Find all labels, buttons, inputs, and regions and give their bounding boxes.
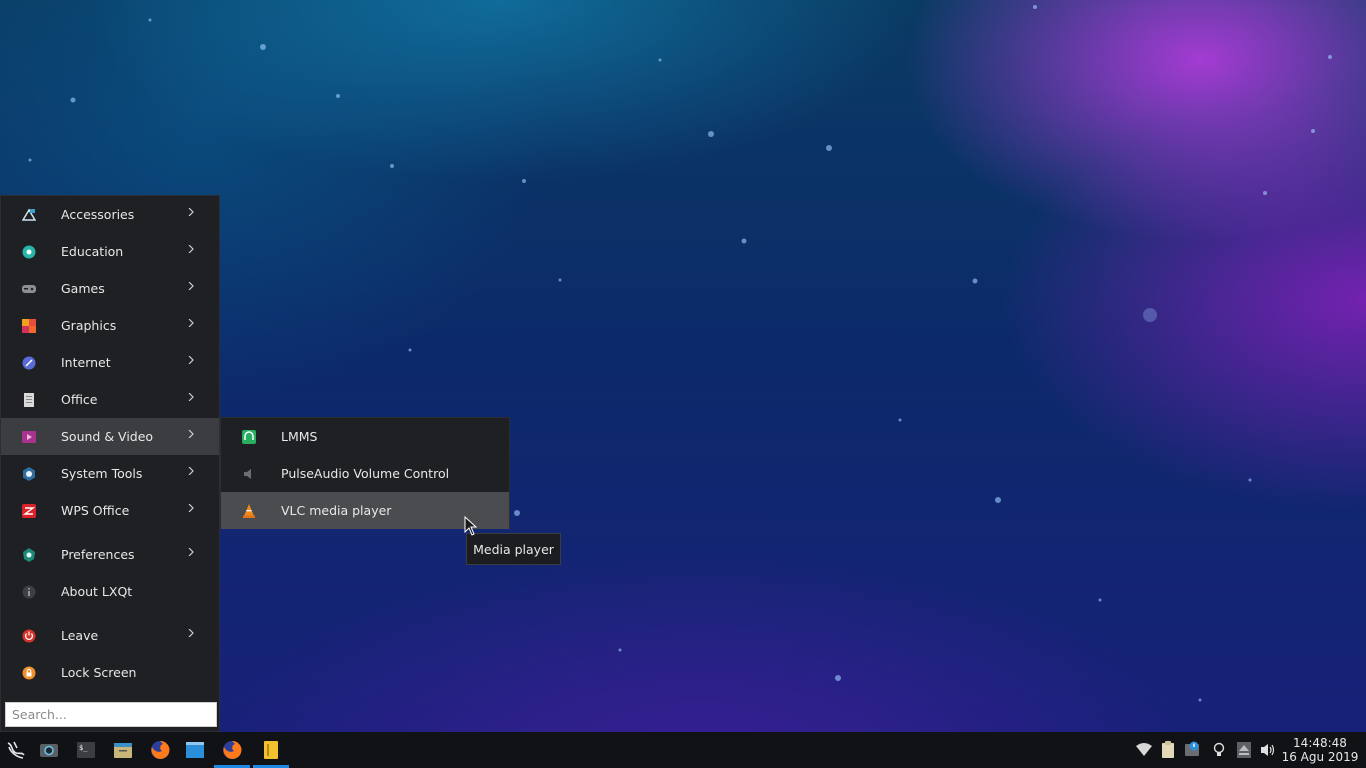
accessories-icon <box>22 208 36 222</box>
mouse-cursor-icon <box>464 516 478 536</box>
show-desktop-icon <box>186 742 204 758</box>
lmms-icon <box>242 430 256 444</box>
chevron-right-icon <box>188 319 194 327</box>
menu-item-sound-video[interactable]: Sound & Video <box>1 418 219 455</box>
chevron-right-icon <box>188 393 194 401</box>
chevron-right-icon <box>188 282 194 290</box>
notes-icon <box>264 741 278 759</box>
terminal-icon: $_ <box>77 742 95 758</box>
clock-date: 16 Agu 2019 <box>1281 750 1359 764</box>
menu-item-about-lxqt[interactable]: About LXQt <box>1 573 219 610</box>
taskbar-file-manager-button[interactable] <box>109 736 137 764</box>
sound-video-icon <box>22 430 36 444</box>
menu-item-label: WPS Office <box>61 503 130 518</box>
games-icon <box>22 282 36 296</box>
clock-time: 14:48:48 <box>1293 736 1347 750</box>
sound-video-submenu: LMMS PulseAudio Volume Control VLC media… <box>220 417 510 529</box>
chevron-right-icon <box>188 208 194 216</box>
vlc-icon <box>242 504 256 518</box>
taskbar: $_ 14:48:48 16 Agu 2019 <box>0 732 1366 768</box>
chevron-right-icon <box>188 504 194 512</box>
submenu-item-label: VLC media player <box>281 503 392 518</box>
menu-search-input[interactable] <box>5 702 217 727</box>
menu-item-label: Education <box>61 244 124 259</box>
menu-item-wps-office[interactable]: WPS Office <box>1 492 219 529</box>
submenu-item-label: LMMS <box>281 429 318 444</box>
volume-icon <box>242 467 256 481</box>
menu-item-label: Office <box>61 392 98 407</box>
menu-item-label: Games <box>61 281 105 296</box>
taskbar-screenshot-button[interactable] <box>35 736 63 764</box>
volume-icon[interactable] <box>1259 741 1277 759</box>
menu-item-system-tools[interactable]: System Tools <box>1 455 219 492</box>
education-icon <box>22 245 36 259</box>
menu-item-accessories[interactable]: Accessories <box>1 196 219 233</box>
tooltip: Media player <box>466 533 561 565</box>
folder-icon <box>114 743 132 758</box>
taskbar-terminal-button[interactable]: $_ <box>72 736 100 764</box>
eject-icon[interactable] <box>1235 741 1253 759</box>
svg-text:$_: $_ <box>79 744 88 752</box>
submenu-item-lmms[interactable]: LMMS <box>221 418 509 455</box>
preferences-icon <box>22 547 36 562</box>
office-icon <box>22 392 36 407</box>
graphics-icon <box>22 318 36 333</box>
taskbar-firefox-launcher[interactable] <box>146 736 174 764</box>
taskbar-notes-window[interactable] <box>253 736 289 768</box>
menu-item-lock-screen[interactable]: Lock Screen <box>1 654 219 691</box>
internet-icon <box>22 356 36 370</box>
submenu-item-label: PulseAudio Volume Control <box>281 466 450 481</box>
start-menu-button[interactable] <box>2 736 30 764</box>
menu-item-games[interactable]: Games <box>1 270 219 307</box>
clock[interactable]: 14:48:48 16 Agu 2019 <box>1280 736 1360 764</box>
menu-item-label: Accessories <box>61 207 135 222</box>
chevron-right-icon <box>188 245 194 253</box>
about-icon <box>22 585 36 599</box>
firefox-icon <box>223 740 242 759</box>
application-menu: Accessories Education Games Graphics Int… <box>0 195 220 732</box>
menu-item-label: Sound & Video <box>61 429 154 444</box>
chevron-right-icon <box>188 430 194 438</box>
chevron-right-icon <box>188 467 194 475</box>
wps-office-icon <box>22 503 36 518</box>
chevron-right-icon <box>188 548 194 556</box>
chevron-right-icon <box>188 356 194 364</box>
lxqt-logo-icon <box>7 741 25 759</box>
notification-icon[interactable] <box>1184 741 1202 759</box>
menu-item-education[interactable]: Education <box>1 233 219 270</box>
taskbar-firefox-window[interactable] <box>214 736 250 768</box>
menu-item-internet[interactable]: Internet <box>1 344 219 381</box>
menu-item-label: Internet <box>61 355 111 370</box>
menu-item-graphics[interactable]: Graphics <box>1 307 219 344</box>
menu-item-office[interactable]: Office <box>1 381 219 418</box>
lightbulb-icon[interactable] <box>1210 741 1228 759</box>
firefox-icon <box>151 740 170 759</box>
leave-icon <box>22 629 36 643</box>
menu-item-leave[interactable]: Leave <box>1 617 219 654</box>
menu-item-label: About LXQt <box>61 584 133 599</box>
taskbar-desktop-button[interactable] <box>181 736 209 764</box>
clipboard-icon[interactable] <box>1159 741 1177 759</box>
system-tools-icon <box>22 466 36 481</box>
submenu-item-pulseaudio[interactable]: PulseAudio Volume Control <box>221 455 509 492</box>
menu-item-label: Graphics <box>61 318 117 333</box>
menu-item-label: Lock Screen <box>61 665 137 680</box>
menu-item-label: Leave <box>61 628 99 643</box>
chevron-right-icon <box>188 629 194 637</box>
menu-item-label: Preferences <box>61 547 135 562</box>
camera-icon <box>40 744 58 757</box>
wifi-icon[interactable] <box>1135 741 1153 759</box>
menu-item-label: System Tools <box>61 466 143 481</box>
menu-item-preferences[interactable]: Preferences <box>1 536 219 573</box>
lock-icon <box>22 666 36 680</box>
